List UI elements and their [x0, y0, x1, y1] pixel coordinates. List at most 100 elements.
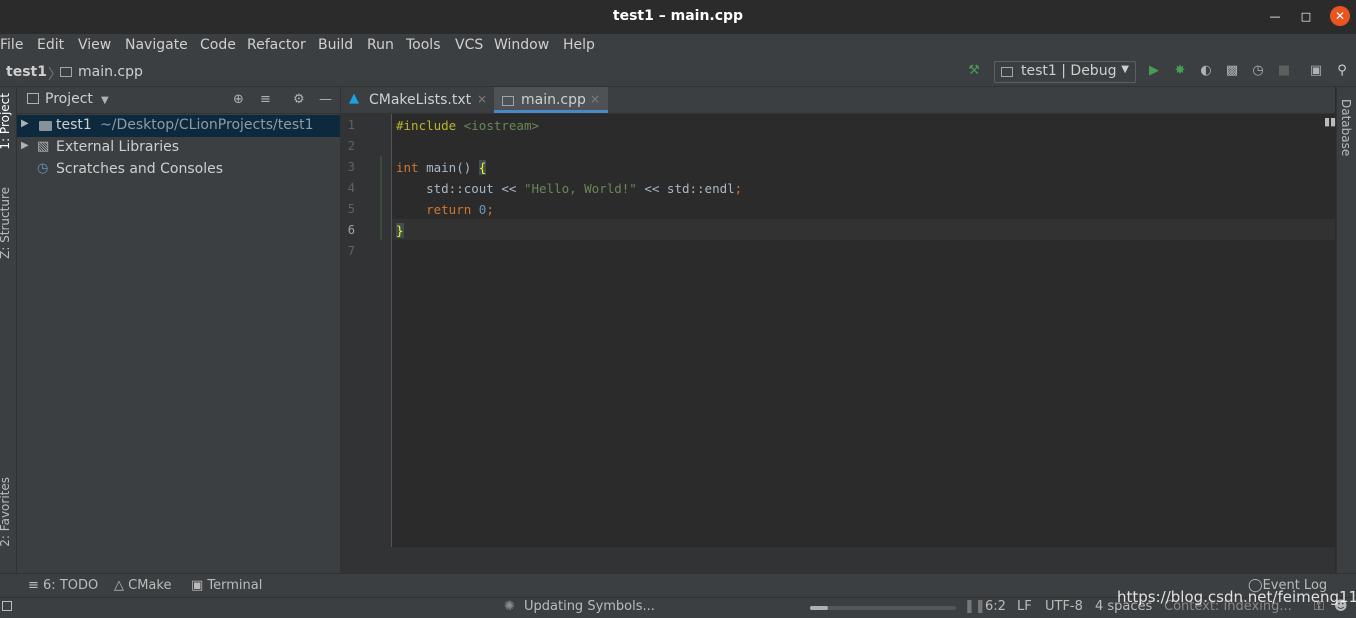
tab-structure[interactable]: Z: Structure — [0, 187, 12, 259]
menu-refactor[interactable]: Refactor — [247, 37, 306, 53]
valgrind-icon[interactable]: ◷ — [1250, 63, 1266, 79]
tab-favorites[interactable]: 2: Favorites — [0, 477, 12, 547]
tab-project[interactable]: 1: Project — [0, 93, 12, 150]
menu-navigate[interactable]: Navigate — [125, 37, 188, 53]
close-window-icon[interactable]: ✕ — [1330, 6, 1350, 26]
breadcrumb-file[interactable]: main.cpp — [78, 64, 143, 80]
menu-help[interactable]: Help — [563, 37, 595, 53]
semicolon: ; — [486, 202, 494, 217]
build-hammer-icon[interactable]: ⚒ — [966, 63, 982, 79]
toggle-tool-windows-icon[interactable] — [2, 601, 12, 611]
folder-icon — [39, 121, 52, 131]
project-view-icon — [27, 93, 39, 104]
include-header: <iostream> — [463, 118, 540, 133]
file-encoding[interactable]: UTF-8 — [1045, 599, 1083, 614]
expand-arrow-icon[interactable]: ▶ — [21, 140, 29, 151]
debug-icon[interactable]: ✸ — [1172, 63, 1188, 79]
minimize-icon[interactable]: — — [1266, 8, 1284, 26]
project-panel-title[interactable]: Project — [45, 91, 93, 107]
code-line-5[interactable]: return 0; — [396, 202, 494, 217]
project-structure-icon[interactable]: ▣ — [1308, 63, 1324, 79]
chevron-down-icon[interactable]: ▼ — [101, 95, 109, 106]
inspection-status-icon[interactable]: ▮▮ — [1324, 115, 1336, 128]
terminal-icon: ▣ — [191, 578, 208, 593]
code-line-3[interactable]: int main() { — [396, 160, 487, 175]
collapse-all-icon[interactable]: ≡ — [260, 92, 271, 107]
line-separator[interactable]: LF — [1017, 599, 1032, 614]
menu-code[interactable]: Code — [200, 37, 236, 53]
locate-icon[interactable]: ⊕ — [233, 92, 244, 107]
right-tool-strip: Database — [1336, 87, 1356, 573]
hide-icon[interactable]: — — [319, 92, 332, 107]
tab-terminal-label: Terminal — [207, 578, 263, 593]
caret-position[interactable]: 6:2 — [985, 599, 1006, 614]
tab-cmake[interactable]: △ CMake — [114, 578, 171, 593]
code-line-4[interactable]: std::cout << "Hello, World!" << std::end… — [396, 181, 742, 196]
caret-line-highlight — [392, 219, 1335, 240]
menu-file[interactable]: File — [0, 37, 23, 53]
line-number: 5 — [347, 202, 355, 216]
profile-icon[interactable]: ▩ — [1224, 63, 1240, 79]
pause-icon[interactable]: ❚❚ — [964, 599, 986, 614]
background-task-label[interactable]: Updating Symbols... — [524, 599, 655, 614]
breadcrumb-project[interactable]: test1 — [6, 64, 47, 80]
code-line-6[interactable]: } — [396, 223, 404, 238]
code-text: << std::endl — [636, 181, 735, 196]
cmake-icon: ▲ — [349, 91, 359, 106]
left-tool-strip: 1: Project Z: Structure 2: Favorites — [0, 87, 17, 573]
tab-cmakelists[interactable]: ▲ CMakeLists.txt × — [341, 87, 493, 113]
coverage-icon[interactable]: ◐ — [1198, 63, 1214, 79]
progress-fill — [810, 606, 828, 610]
menu-vcs[interactable]: VCS — [455, 37, 483, 53]
tree-item-external-libraries[interactable]: ▶ ▧ External Libraries — [17, 137, 340, 159]
matched-brace: } — [396, 223, 404, 238]
menu-edit[interactable]: Edit — [37, 37, 64, 53]
stop-icon[interactable]: ■ — [1276, 63, 1292, 79]
tree-item-scratches[interactable]: ◷ Scratches and Consoles — [17, 159, 340, 181]
config-icon — [1001, 67, 1013, 77]
code-text: std::cout << — [396, 181, 524, 196]
close-icon[interactable]: × — [477, 92, 487, 106]
tab-terminal[interactable]: ▣ Terminal — [191, 578, 262, 593]
tab-database[interactable]: Database — [1339, 99, 1353, 156]
tab-todo[interactable]: ≡ 6: TODO — [28, 578, 98, 593]
keyword: return — [396, 202, 479, 217]
navigation-bar: test1 〉 main.cpp ⚒ test1 | Debug ▼ ▶ ✸ ◐… — [0, 58, 1356, 87]
editor-gutter: 1 2 3 4 5 6 7 — [341, 114, 392, 547]
maximize-icon[interactable]: □ — [1297, 8, 1315, 26]
tab-label: main.cpp — [521, 92, 586, 108]
semicolon: ; — [734, 181, 743, 196]
title-bar: test1 – main.cpp — □ ✕ — [0, 0, 1356, 34]
editor-bottom-bar — [341, 547, 1335, 574]
run-icon[interactable]: ▶ — [1146, 63, 1162, 79]
keyword: int — [396, 160, 419, 175]
gear-icon[interactable]: ⚙ — [293, 92, 305, 107]
watermark: https://blog.csdn.net/feimeng116 — [1117, 588, 1356, 606]
project-panel-header: Project ▼ ⊕ ≡ ⚙ — — [17, 87, 340, 114]
tab-todo-label: 6: TODO — [43, 578, 99, 593]
libraries-icon: ▧ — [37, 139, 50, 154]
tab-main-cpp[interactable]: main.cpp × — [494, 87, 608, 113]
close-icon[interactable]: × — [590, 92, 600, 106]
vcs-change-marker — [380, 156, 382, 240]
line-number: 7 — [347, 244, 355, 258]
cpp-file-icon — [502, 96, 514, 106]
project-panel: Project ▼ ⊕ ≡ ⚙ — ▶ test1 ~/Desktop/CLio… — [17, 87, 341, 573]
editor-area: ▲ CMakeLists.txt × main.cpp × ▮▮ 1 2 3 4… — [341, 87, 1336, 574]
menu-view[interactable]: View — [78, 37, 111, 53]
progress-bar — [810, 606, 956, 610]
menu-run[interactable]: Run — [367, 37, 394, 53]
code-text: main() — [426, 160, 479, 175]
window-title: test1 – main.cpp — [612, 8, 744, 24]
code-line-1[interactable]: #include <iostream> — [396, 118, 539, 133]
tree-item-project-root[interactable]: ▶ test1 ~/Desktop/CLionProjects/test1 — [17, 115, 340, 137]
menu-window[interactable]: Window — [494, 37, 549, 53]
tree-item-label: Scratches and Consoles — [56, 161, 223, 177]
menu-tools[interactable]: Tools — [406, 37, 441, 53]
spinner-icon: ✺ — [504, 599, 515, 614]
scratches-icon: ◷ — [37, 161, 49, 176]
menu-build[interactable]: Build — [318, 37, 353, 53]
search-icon[interactable]: ⚲ — [1334, 63, 1350, 79]
expand-arrow-icon[interactable]: ▶ — [21, 118, 29, 129]
run-config-selector[interactable]: test1 | Debug ▼ — [994, 61, 1136, 83]
